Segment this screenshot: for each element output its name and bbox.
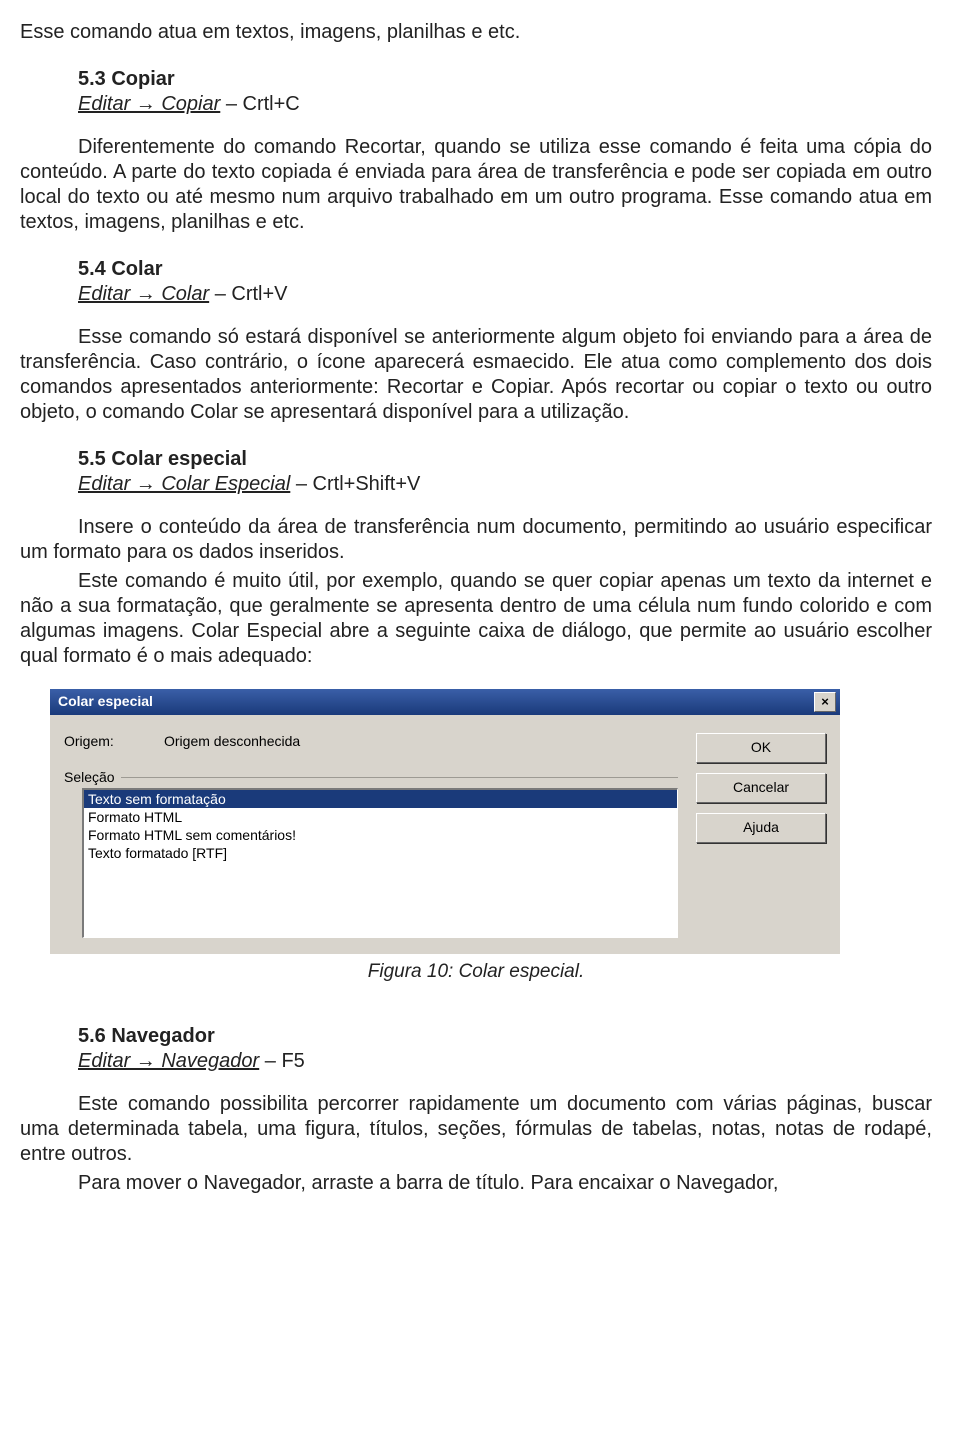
paragraph: Este comando é muito útil, por exemplo, … — [20, 569, 932, 669]
list-item[interactable]: Texto sem formatação — [84, 790, 677, 808]
menu-path: Editar → Copiar — [78, 93, 220, 115]
cancel-button[interactable]: Cancelar — [696, 773, 826, 803]
paragraph: Insere o conteúdo da área de transferênc… — [20, 515, 932, 565]
figure-caption: Figura 10: Colar especial. — [20, 960, 932, 984]
dialog-colar-especial: Colar especial × Origem: Origem desconhe… — [50, 689, 902, 954]
menu-path-line: Editar → Navegador – F5 — [78, 1049, 932, 1074]
origin-value: Origem desconhecida — [164, 733, 300, 751]
list-item[interactable]: Formato HTML — [84, 808, 677, 826]
menu-path-line: Editar → Colar – Crtl+V — [78, 282, 932, 307]
dialog-title: Colar especial — [58, 693, 153, 711]
heading-5-4: 5.4 Colar — [78, 257, 932, 282]
close-icon[interactable]: × — [814, 692, 836, 712]
menu-path: Editar → Navegador — [78, 1050, 259, 1072]
menu-path: Editar → Colar — [78, 283, 209, 305]
heading-5-3: 5.3 Copiar — [78, 67, 932, 92]
ok-button[interactable]: OK — [696, 733, 826, 763]
origin-label: Origem: — [64, 733, 134, 751]
menu-path-line: Editar → Copiar – Crtl+C — [78, 92, 932, 117]
menu-path-line: Editar → Colar Especial – Crtl+Shift+V — [78, 472, 932, 497]
list-item[interactable]: Formato HTML sem comentários! — [84, 826, 677, 844]
menu-path: Editar → Colar Especial — [78, 473, 290, 495]
list-item[interactable]: Texto formatado [RTF] — [84, 844, 677, 862]
heading-5-5: 5.5 Colar especial — [78, 447, 932, 472]
paragraph: Diferentemente do comando Recortar, quan… — [20, 135, 932, 235]
shortcut: – Crtl+Shift+V — [290, 473, 420, 495]
paragraph: Esse comando atua em textos, imagens, pl… — [20, 20, 932, 45]
heading-5-6: 5.6 Navegador — [78, 1024, 932, 1049]
paragraph: Este comando possibilita percorrer rapid… — [20, 1092, 932, 1167]
dialog-titlebar[interactable]: Colar especial × — [50, 689, 840, 715]
selection-listbox[interactable]: Texto sem formatação Formato HTML Format… — [82, 788, 678, 938]
shortcut: – F5 — [259, 1050, 305, 1072]
paragraph: Esse comando só estará disponível se ant… — [20, 325, 932, 425]
shortcut: – Crtl+V — [209, 283, 287, 305]
help-button[interactable]: Ajuda — [696, 813, 826, 843]
paragraph: Para mover o Navegador, arraste a barra … — [20, 1171, 932, 1196]
shortcut: – Crtl+C — [220, 93, 299, 115]
selection-frame-label: Seleção — [64, 769, 678, 787]
